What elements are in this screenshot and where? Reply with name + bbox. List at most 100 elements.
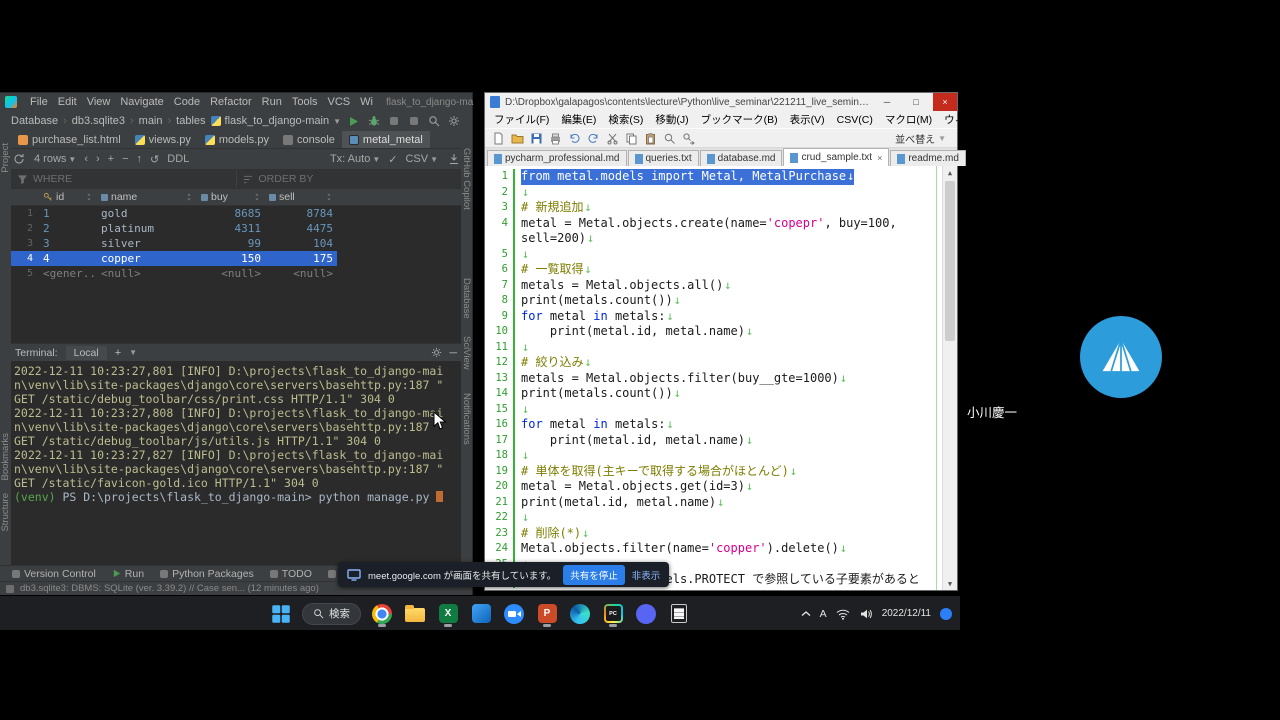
vscode-taskbar-icon[interactable] [469,601,493,627]
code-line[interactable]: 8print(metals.count())↓ [485,293,942,309]
menu-item-view[interactable]: View [82,96,116,108]
open-file-icon[interactable] [509,130,526,147]
code-line[interactable]: 2↓ [485,185,942,201]
editor-titlebar[interactable]: D:\Dropbox\galapagos\contents\lecture\Py… [485,93,957,111]
next-page-icon[interactable]: › [96,153,100,165]
editor-menu-j[interactable]: 移動(J) [649,112,694,127]
column-header-sell[interactable]: sell [265,189,337,205]
zoom-taskbar-icon[interactable] [502,601,526,627]
menu-item-tools[interactable]: Tools [287,96,323,108]
code-line[interactable]: 4metal = Metal.objects.create(name='cope… [485,216,942,232]
menu-item-code[interactable]: Code [169,96,205,108]
cut-icon[interactable] [604,130,621,147]
settings-gear-icon[interactable] [446,113,461,129]
submit-icon[interactable]: ↑ [137,153,143,165]
close-tab-icon[interactable]: × [877,153,882,163]
export-icon[interactable] [446,151,461,167]
code-line[interactable]: 16for metal in metals:↓ [485,417,942,433]
code-line[interactable]: 14print(metals.count())↓ [485,386,942,402]
clock-date[interactable]: 2022/12/11 [882,608,931,619]
close-icon[interactable]: × [933,93,957,111]
tab-models-py[interactable]: models.py [198,131,276,148]
discord-taskbar-icon[interactable] [634,601,658,627]
minimize-icon[interactable]: ─ [875,93,899,111]
code-line[interactable]: 10 print(metal.id, metal.name)↓ [485,324,942,340]
statusbar-run[interactable]: Run [112,568,144,580]
wifi-icon[interactable] [836,608,850,620]
chrome-taskbar-icon[interactable] [370,601,394,627]
code-line[interactable]: 1from metal.models import Metal, MetalPu… [485,169,942,185]
scroll-down-icon[interactable]: ▼ [943,577,957,590]
editor-tab-pycharm-professional-md[interactable]: pycharm_professional.md [487,150,627,166]
tool-stripe-bookmarks[interactable]: Bookmarks [0,433,11,481]
terminal-settings-gear-icon[interactable] [431,347,442,358]
pycharm-taskbar-icon[interactable]: PC [601,601,625,627]
row-count-selector[interactable]: 4 rows ▼ [34,153,76,165]
table-row-3[interactable]: 33silver99104 [11,236,337,251]
save-icon[interactable] [528,130,545,147]
column-header-name[interactable]: name [97,189,197,205]
delete-row-icon[interactable]: − [122,153,128,165]
print-icon[interactable] [547,130,564,147]
where-filter-input[interactable]: WHERE [11,170,237,188]
code-line[interactable]: sell=200)↓ [485,231,942,247]
editor-area[interactable]: 1from metal.models import Metal, MetalPu… [485,166,957,590]
excel-taskbar-icon[interactable]: X [436,601,460,627]
redo-icon[interactable] [585,130,602,147]
code-line[interactable]: 21print(metal.id, metal.name)↓ [485,495,942,511]
table-row-1[interactable]: 11gold86858784 [11,206,337,221]
tool-stripe-github-copilot[interactable]: GitHub Copilot [461,148,472,210]
new-file-icon[interactable] [490,130,507,147]
tool-stripe-database[interactable]: Database [461,278,472,319]
coverage-icon[interactable] [386,113,401,129]
menu-item-navigate[interactable]: Navigate [115,96,168,108]
code-line[interactable]: 17 print(metal.id, metal.name)↓ [485,433,942,449]
revert-icon[interactable]: ↺ [150,153,159,166]
tool-stripe-notifications[interactable]: Notifications [461,393,472,445]
menu-item-wi[interactable]: Wi [355,96,378,108]
undo-icon[interactable] [566,130,583,147]
table-row-2[interactable]: 22platinum43114475 [11,221,337,236]
ddl-button[interactable]: DDL [167,153,189,165]
transaction-mode-selector[interactable]: Tx: Auto ▼ [330,153,380,165]
statusbar-todo[interactable]: TODO [270,568,312,580]
grid-empty-area[interactable] [11,281,461,343]
tool-stripe-project[interactable]: Project [0,143,11,173]
ime-indicator[interactable]: A [820,608,827,620]
breadcrumb-item-tables[interactable]: tables [176,115,205,127]
editor-menu-w[interactable]: ウィンドウ(W) [938,112,1019,127]
powerpoint-taskbar-icon[interactable]: P [535,601,559,627]
editor-menu-s[interactable]: 検索(S) [602,112,649,127]
hide-panel-icon[interactable]: ─ [450,347,457,359]
commit-check-icon[interactable]: ✓ [388,153,397,166]
paste-icon[interactable] [642,130,659,147]
editor-tab-readme-md[interactable]: readme.md [890,150,966,166]
edge-taskbar-icon[interactable] [568,601,592,627]
new-terminal-icon[interactable]: + [115,347,121,359]
replace-icon[interactable] [680,130,697,147]
code-area[interactable]: 1from metal.models import Metal, MetalPu… [485,166,942,590]
breadcrumb-item-main[interactable]: main [139,115,163,127]
editor-menu-b[interactable]: ブックマーク(B) [695,112,784,127]
code-line[interactable]: 22↓ [485,510,942,526]
explorer-taskbar-icon[interactable] [403,601,427,627]
breadcrumb-item-database[interactable]: Database [11,115,58,127]
scroll-up-icon[interactable]: ▲ [943,166,957,179]
code-line[interactable]: 15↓ [485,402,942,418]
terminal-tab-local[interactable]: Local [66,346,107,360]
vertical-scrollbar[interactable]: ▲ ▼ [942,166,957,590]
search-icon[interactable] [661,130,678,147]
debug-button[interactable] [366,113,381,129]
code-line[interactable]: 18↓ [485,448,942,464]
code-line[interactable]: 9for metal in metals:↓ [485,309,942,325]
notification-indicator[interactable] [940,608,952,620]
notepad-taskbar-icon[interactable] [667,601,691,627]
search-everywhere-icon[interactable] [426,113,441,129]
column-header-id[interactable]: id [39,189,97,205]
terminal-body[interactable]: 2022-12-11 10:23:27,801 [INFO] D:\projec… [11,361,461,565]
editor-tab-crud-sample-txt[interactable]: crud_sample.txt× [783,148,889,166]
code-line[interactable]: 6# 一覧取得↓ [485,262,942,278]
code-line[interactable]: 12# 絞り込み↓ [485,355,942,371]
maximize-icon[interactable]: □ [904,93,928,111]
export-format-selector[interactable]: CSV ▼ [405,153,438,165]
